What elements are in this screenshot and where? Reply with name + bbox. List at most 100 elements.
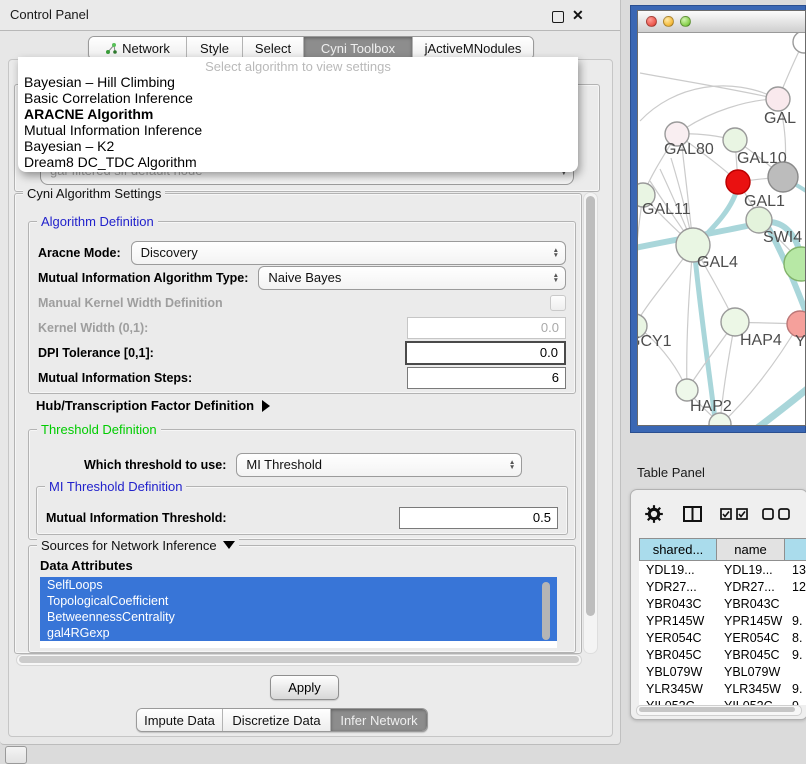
close-icon[interactable]: ✕ bbox=[572, 7, 584, 24]
aracne-mode-select[interactable]: Discovery ▲▼ bbox=[131, 241, 566, 265]
settings-vertical-scrollbar[interactable] bbox=[583, 192, 598, 654]
table-row[interactable]: YBR045CYBR045C9. bbox=[639, 646, 806, 663]
table-cell: YDL19... bbox=[639, 561, 717, 578]
dropdown-item-basic-correlation-inference[interactable]: Basic Correlation Inference bbox=[18, 90, 578, 106]
node-gal-cut[interactable] bbox=[766, 87, 790, 111]
settings-horizontal-scrollbar[interactable] bbox=[16, 654, 582, 666]
sources-group-title[interactable]: Sources for Network Inference bbox=[37, 538, 239, 553]
hub-definition-expander[interactable]: Hub/Transcription Factor Definition bbox=[36, 398, 270, 413]
column-header-a[interactable]: A bbox=[785, 538, 806, 561]
mi-type-label: Mutual Information Algorithm Type: bbox=[38, 271, 248, 285]
table-row[interactable]: YER054CYER054C8. bbox=[639, 629, 806, 646]
mi-type-select[interactable]: Naive Bayes ▲▼ bbox=[258, 266, 566, 290]
table-cell: YBR043C bbox=[717, 595, 785, 612]
bottom-tab-infer-network[interactable]: Infer Network bbox=[331, 709, 427, 731]
tab-select[interactable]: Select bbox=[243, 37, 304, 59]
dropdown-item-bayesian-hill-climbing[interactable]: Bayesian – Hill Climbing bbox=[18, 74, 578, 90]
column-header-name[interactable]: name bbox=[717, 538, 785, 561]
table-horizontal-scrollbar[interactable] bbox=[636, 705, 802, 716]
table-panel-window: shared...nameA YDL19...YDL19...13YDR27..… bbox=[630, 489, 806, 720]
mi-threshold-label: Mutual Information Threshold: bbox=[46, 511, 227, 525]
dropdown-item-mutual-information-inference[interactable]: Mutual Information Inference bbox=[18, 122, 578, 138]
table-cell: YDR27... bbox=[717, 578, 785, 595]
dpi-tolerance-field[interactable]: 0.0 bbox=[405, 341, 566, 365]
horizontal-scrollbar-thumb[interactable] bbox=[19, 656, 579, 663]
attribute-item-topologicalcoefficient[interactable]: TopologicalCoefficient bbox=[40, 593, 557, 609]
mi-type-value: Naive Bayes bbox=[268, 270, 341, 285]
mi-steps-field[interactable]: 6 bbox=[407, 367, 566, 389]
which-threshold-select[interactable]: MI Threshold ▲▼ bbox=[236, 453, 522, 477]
node-gal10[interactable] bbox=[723, 128, 747, 152]
table-cell: YPR145W bbox=[717, 612, 785, 629]
network-graph[interactable]: GALGAL80GAL10GAL1GAL11SWI4GAL4GCY1HAP4YH… bbox=[638, 33, 805, 425]
node-gal1-label: GAL1 bbox=[744, 193, 785, 210]
apply-button[interactable]: Apply bbox=[270, 675, 339, 700]
attribute-item-betweennesscentrality[interactable]: BetweennessCentrality bbox=[40, 609, 557, 625]
settings-group-title: Cyni Algorithm Settings bbox=[23, 186, 165, 201]
table-row[interactable]: YLR345WYLR345W9. bbox=[639, 680, 806, 697]
float-icon[interactable] bbox=[552, 11, 564, 23]
network-canvas[interactable]: GALGAL80GAL10GAL1GAL11SWI4GAL4GCY1HAP4YH… bbox=[638, 33, 805, 425]
network-view-window: GALGAL80GAL10GAL1GAL11SWI4GAL4GCY1HAP4YH… bbox=[630, 5, 806, 433]
attribute-item-selfloops[interactable]: SelfLoops bbox=[40, 577, 557, 593]
algorithm-definition-title: Algorithm Definition bbox=[37, 214, 158, 229]
table-cell: 9. bbox=[785, 680, 806, 697]
gear-icon[interactable] bbox=[645, 505, 663, 523]
table-cell: 8. bbox=[785, 629, 806, 646]
dropdown-item-bayesian-k2[interactable]: Bayesian – K2 bbox=[18, 138, 578, 154]
attribute-item-gal4rgexp[interactable]: gal4RGexp bbox=[40, 625, 557, 641]
node-gray[interactable] bbox=[768, 162, 798, 192]
column-header-shared[interactable]: shared... bbox=[639, 538, 717, 561]
table-cell bbox=[785, 663, 806, 680]
network-window-titlebar[interactable] bbox=[638, 11, 805, 33]
table-row[interactable]: YDL19...YDL19...13 bbox=[639, 561, 806, 578]
bottom-tab-discretize-data[interactable]: Discretize Data bbox=[223, 709, 331, 731]
node-gal1[interactable] bbox=[726, 170, 750, 194]
aracne-mode-label: Aracne Mode: bbox=[38, 246, 121, 260]
kernel-width-field[interactable]: 0.0 bbox=[407, 317, 566, 339]
node-green-cut[interactable] bbox=[784, 247, 805, 281]
mi-threshold-title: MI Threshold Definition bbox=[45, 479, 186, 494]
close-traffic-light[interactable] bbox=[646, 16, 657, 27]
data-attributes-label: Data Attributes bbox=[40, 558, 133, 573]
node-swi4-label: SWI4 bbox=[763, 229, 802, 246]
mi-steps-label: Mutual Information Steps: bbox=[38, 371, 192, 385]
stepper-icon: ▲▼ bbox=[509, 460, 515, 470]
tab-jactivemnodules-label: jActiveMNodules bbox=[425, 41, 522, 56]
deselect-all-icon[interactable] bbox=[762, 508, 790, 520]
table-row[interactable]: YPR145WYPR145W9. bbox=[639, 612, 806, 629]
table-cell: YDL19... bbox=[717, 561, 785, 578]
table-cell: YLR345W bbox=[717, 680, 785, 697]
which-threshold-value: MI Threshold bbox=[246, 457, 322, 472]
table-row[interactable]: YIL052CYIL052C9 bbox=[639, 697, 806, 705]
tab-network[interactable]: Network bbox=[89, 37, 187, 59]
dropdown-item-dream8-dc-tdc-algorithm[interactable]: Dream8 DC_TDC Algorithm bbox=[18, 154, 578, 170]
bottom-tab-impute-data-label: Impute Data bbox=[144, 713, 215, 728]
vertical-scrollbar-thumb[interactable] bbox=[586, 196, 595, 616]
manual-kernel-checkbox[interactable] bbox=[550, 295, 566, 311]
attribute-list-scrollbar[interactable] bbox=[542, 582, 550, 640]
node-hap4-label: HAP4 bbox=[740, 332, 782, 349]
table-row[interactable]: YBL079WYBL079W bbox=[639, 663, 806, 680]
zoom-traffic-light[interactable] bbox=[680, 16, 691, 27]
data-attributes-list[interactable]: SelfLoopsTopologicalCoefficientBetweenne… bbox=[40, 577, 557, 648]
table-cell: YIL052C bbox=[717, 697, 785, 705]
restore-panel-button[interactable] bbox=[5, 746, 27, 764]
minimize-traffic-light[interactable] bbox=[663, 16, 674, 27]
table-panel-title: Table Panel bbox=[637, 465, 705, 480]
tab-style[interactable]: Style bbox=[187, 37, 243, 59]
column-layout-icon[interactable] bbox=[683, 506, 702, 522]
tab-jactivemnodules[interactable]: jActiveMNodules bbox=[413, 37, 533, 59]
table-row[interactable]: YDR27...YDR27...12 bbox=[639, 578, 806, 595]
bottom-tab-impute-data[interactable]: Impute Data bbox=[137, 709, 223, 731]
which-threshold-label: Which threshold to use: bbox=[84, 458, 226, 472]
dropdown-item-aracne-algorithm[interactable]: ARACNE Algorithm bbox=[18, 106, 578, 122]
tab-cyni-toolbox[interactable]: Cyni Toolbox bbox=[304, 37, 413, 59]
table-scrollbar-thumb[interactable] bbox=[639, 707, 795, 712]
tab-style-label: Style bbox=[200, 41, 229, 56]
table-row[interactable]: YBR043CYBR043C bbox=[639, 595, 806, 612]
select-all-icon[interactable] bbox=[720, 508, 748, 520]
mi-threshold-field[interactable]: 0.5 bbox=[399, 507, 558, 529]
collapse-arrow-icon bbox=[223, 541, 235, 549]
node-top-partial[interactable] bbox=[793, 33, 805, 53]
